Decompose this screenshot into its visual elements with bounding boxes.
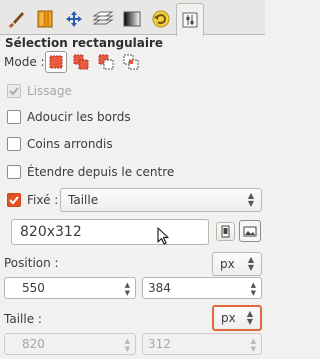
position-unit-combo[interactable]: px ▲ ▼ <box>212 252 262 276</box>
combo-arrows-icon: ▲ ▼ <box>246 309 253 326</box>
undo-history-icon <box>152 10 170 28</box>
tool-options-icon <box>182 12 198 28</box>
landscape-icon <box>243 226 257 236</box>
tab-brushes[interactable] <box>2 3 30 34</box>
position-label: Position : <box>4 256 59 270</box>
coins-label: Coins arrondis <box>27 137 113 151</box>
replace-selection-icon <box>49 55 63 69</box>
fixed-value-input[interactable]: 820x312 <box>11 219 209 245</box>
gradient-icon <box>123 11 141 27</box>
portrait-icon <box>221 225 230 238</box>
spin-arrows-icon: ▲ ▼ <box>124 281 130 297</box>
landscape-toggle-button[interactable] <box>239 220 261 242</box>
paintbrush-icon <box>8 12 24 28</box>
mode-subtract-button[interactable] <box>95 51 117 73</box>
fixe-checkbox[interactable] <box>7 193 21 207</box>
size-height-value: 312 <box>148 337 171 351</box>
adoucir-checkbox[interactable] <box>7 110 21 124</box>
tab-undo-history[interactable] <box>147 3 175 34</box>
tab-move[interactable] <box>60 3 88 34</box>
checkmark-icon <box>9 196 19 205</box>
dock-tab-strip <box>0 0 265 36</box>
fixed-type-value: Taille <box>68 193 99 207</box>
mode-intersect-button[interactable] <box>120 51 142 73</box>
spin-arrows-icon: ▲ ▼ <box>124 337 130 353</box>
position-y-value: 384 <box>148 281 171 295</box>
etendre-checkbox[interactable] <box>7 165 21 179</box>
move-arrows-icon <box>66 11 82 27</box>
position-y-spinbutton[interactable]: 384 ▲ ▼ <box>142 277 262 299</box>
checkmark-icon <box>9 87 19 96</box>
gradient-palette-icon <box>37 10 53 28</box>
tab-layers[interactable] <box>89 3 117 34</box>
portrait-toggle-button[interactable] <box>216 222 235 241</box>
coins-checkbox[interactable] <box>7 137 21 151</box>
spin-arrows-icon: ▲ ▼ <box>250 281 256 297</box>
add-selection-icon <box>73 54 89 70</box>
adoucir-label: Adoucir les bords <box>27 110 131 124</box>
layers-icon <box>92 11 114 25</box>
size-unit-combo[interactable]: px ▲ ▼ <box>212 305 262 331</box>
fixed-value-text: 820x312 <box>20 224 82 240</box>
size-width-spinbutton[interactable]: 820 ▲ ▼ <box>4 333 136 355</box>
tool-title: Sélection rectangulaire <box>5 36 164 50</box>
size-label: Taille : <box>4 312 42 326</box>
mouse-cursor-icon <box>157 227 169 245</box>
position-x-spinbutton[interactable]: 550 ▲ ▼ <box>4 277 136 299</box>
size-height-spinbutton[interactable]: 312 ▲ ▼ <box>142 333 262 355</box>
mode-add-button[interactable] <box>70 51 92 73</box>
position-x-value: 550 <box>22 281 45 295</box>
size-unit-value: px <box>221 311 236 325</box>
combo-arrows-icon: ▲ ▼ <box>247 255 254 272</box>
lissage-checkbox[interactable] <box>7 84 21 98</box>
tab-gradients[interactable] <box>118 3 146 34</box>
tab-tool-options[interactable] <box>176 3 204 36</box>
mode-replace-button[interactable] <box>45 51 67 73</box>
tab-palettes[interactable] <box>31 3 59 34</box>
mode-label: Mode : <box>4 55 45 69</box>
spin-arrows-icon: ▲ ▼ <box>250 337 256 353</box>
fixe-label: Fixé : <box>27 193 59 207</box>
lissage-label: Lissage <box>27 84 72 98</box>
intersect-selection-icon <box>123 54 139 70</box>
etendre-label: Étendre depuis le centre <box>27 165 175 179</box>
position-unit-value: px <box>220 257 235 271</box>
subtract-selection-icon <box>98 54 114 70</box>
combo-arrows-icon: ▲ ▼ <box>247 191 254 208</box>
fixed-type-combo[interactable]: Taille ▲ ▼ <box>60 188 262 212</box>
size-width-value: 820 <box>22 337 45 351</box>
